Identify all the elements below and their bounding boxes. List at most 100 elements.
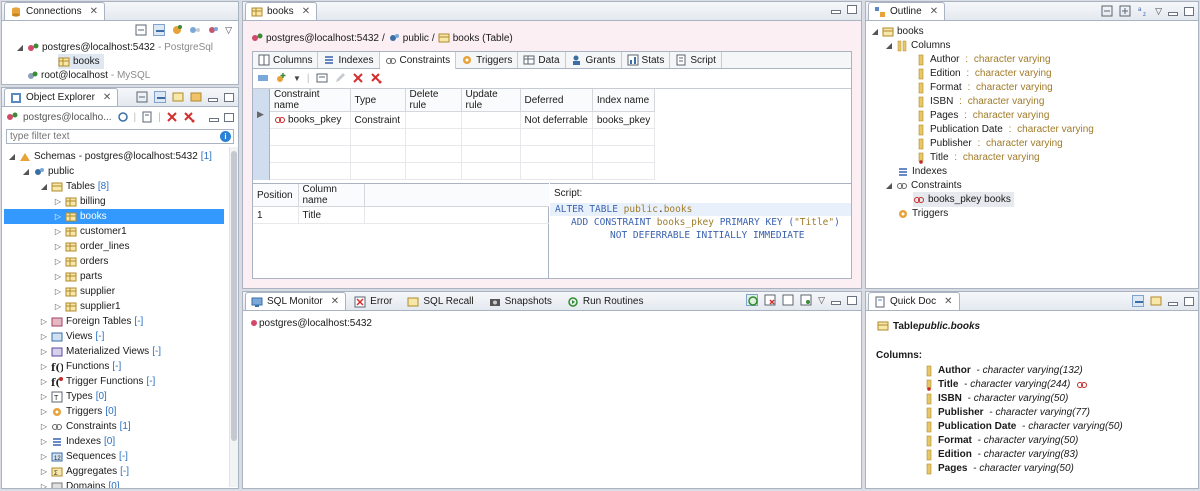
filter-log-icon[interactable] xyxy=(800,294,812,306)
table-filter-icon[interactable] xyxy=(172,91,184,103)
column-header[interactable]: Type xyxy=(350,89,406,112)
collapsed-arrow-icon[interactable]: ▷ xyxy=(40,422,48,431)
tree-node-table[interactable]: ▷ supplier xyxy=(54,284,115,299)
expand-all-icon[interactable] xyxy=(1119,5,1131,17)
outline-constraints-node[interactable]: ◢ Constraints xyxy=(885,178,962,193)
refresh-icon[interactable] xyxy=(117,111,129,123)
column-header[interactable]: Constraint name xyxy=(270,89,351,112)
collapsed-arrow-icon[interactable]: ▷ xyxy=(40,392,48,401)
expanded-arrow-icon[interactable]: ◢ xyxy=(885,41,893,50)
link-editor-icon[interactable] xyxy=(154,91,166,103)
collapsed-arrow-icon[interactable]: ▷ xyxy=(40,452,48,461)
collapsed-arrow-icon[interactable]: ▷ xyxy=(40,362,48,371)
export-log-icon[interactable] xyxy=(782,294,794,306)
table-row[interactable]: 1 Title xyxy=(253,206,549,224)
tree-node-table[interactable]: ▷ order_lines xyxy=(54,239,130,254)
tree-node-functions[interactable]: ▷f()Functions[-] xyxy=(40,359,121,374)
tab-sql-monitor[interactable]: SQL Monitor ✕ xyxy=(245,292,347,310)
table-cell[interactable] xyxy=(405,145,462,163)
refresh-icon[interactable] xyxy=(257,72,269,84)
tab-run-routines[interactable]: Run Routines xyxy=(561,292,651,310)
collapsed-arrow-icon[interactable]: ▷ xyxy=(40,317,48,326)
filter-input[interactable] xyxy=(7,130,212,143)
collapsed-arrow-icon[interactable]: ▷ xyxy=(40,332,48,341)
table-cell[interactable] xyxy=(520,162,593,180)
table-cell[interactable] xyxy=(592,145,656,163)
view-menu-icon[interactable]: ▽ xyxy=(225,25,232,36)
column-header[interactable]: Update rule xyxy=(461,89,521,112)
minimize-icon[interactable] xyxy=(209,117,219,122)
tree-node-views[interactable]: ▷ Views [-] xyxy=(40,329,104,344)
table-cell[interactable]: Title xyxy=(298,206,365,224)
breadcrumb-table[interactable]: books (Table) xyxy=(453,33,513,44)
tree-node-table[interactable]: ▷ billing xyxy=(54,194,106,209)
table-cell[interactable]: books_pkey xyxy=(270,111,351,129)
outline-constraint-item[interactable]: books_pkey books xyxy=(913,192,1014,207)
collapsed-arrow-icon[interactable]: ▷ xyxy=(54,257,62,266)
collapse-all-icon[interactable] xyxy=(135,24,147,36)
disconnect-icon[interactable] xyxy=(207,24,219,36)
collapsed-arrow-icon[interactable]: ▷ xyxy=(40,467,48,476)
scrollbar-thumb[interactable] xyxy=(231,151,237,441)
link-editor-icon[interactable] xyxy=(1132,295,1144,307)
tab-connections[interactable]: Connections ✕ xyxy=(4,2,105,20)
table-cell[interactable] xyxy=(405,162,462,180)
table-cell[interactable] xyxy=(461,145,521,163)
maximize-icon[interactable] xyxy=(1184,6,1194,16)
close-icon[interactable]: ✕ xyxy=(331,296,339,307)
close-icon[interactable]: ✕ xyxy=(930,6,938,17)
tree-node-foreign-tables[interactable]: ▷ Foreign Tables [-] xyxy=(40,314,143,329)
tree-node-table[interactable]: ▷ books xyxy=(4,209,224,224)
close-icon[interactable]: ✕ xyxy=(90,6,98,17)
explorer-connection-selector[interactable]: postgres@localho... xyxy=(23,112,112,123)
tab-sql-recall[interactable]: SQL Recall xyxy=(401,292,480,310)
table-cell[interactable] xyxy=(270,128,351,146)
outline-column-item[interactable]: Format : character varying xyxy=(915,80,1053,95)
delete-icon[interactable] xyxy=(166,111,178,123)
minimize-icon[interactable] xyxy=(831,10,841,14)
minimize-icon[interactable] xyxy=(1168,301,1178,306)
collapse-all-icon[interactable] xyxy=(1101,5,1113,17)
table-cell[interactable] xyxy=(461,111,521,129)
subtab-grants[interactable]: Grants xyxy=(566,52,622,68)
subtab-script[interactable]: Script xyxy=(670,52,722,68)
tree-node-materialized-views[interactable]: ▷ Materialized Views [-] xyxy=(40,344,161,359)
collapsed-arrow-icon[interactable]: ▷ xyxy=(54,302,62,311)
minimize-icon[interactable] xyxy=(208,97,218,102)
tree-node-schemas[interactable]: ◢ Schemas - postgres@localhost:5432 [1] xyxy=(8,149,212,164)
delete-all-icon[interactable] xyxy=(183,111,195,123)
outline-column-item[interactable]: Title : character varying xyxy=(915,150,1040,165)
tab-quick-doc[interactable]: Quick Doc ✕ xyxy=(868,292,960,310)
table-cell[interactable]: 1 xyxy=(253,206,299,224)
expanded-arrow-icon[interactable]: ◢ xyxy=(871,27,879,36)
collapsed-arrow-icon[interactable]: ▷ xyxy=(40,482,48,488)
tree-node-sequences[interactable]: ▷ 12 Sequences [-] xyxy=(40,449,128,464)
info-icon[interactable]: i xyxy=(220,131,231,142)
outline-root-books[interactable]: ◢ books xyxy=(871,24,924,39)
table-cell[interactable] xyxy=(592,128,656,146)
outline-column-item[interactable]: Pages : character varying xyxy=(915,108,1049,123)
explorer-scrollbar[interactable] xyxy=(229,147,238,487)
column-header[interactable]: Deferred xyxy=(520,89,593,112)
connect-icon[interactable] xyxy=(189,24,201,36)
table-cell[interactable] xyxy=(350,145,406,163)
subtab-columns[interactable]: Columns xyxy=(253,52,319,68)
tab-object-explorer[interactable]: Object Explorer ✕ xyxy=(4,88,119,106)
outline-triggers-node[interactable]: Triggers xyxy=(897,206,948,221)
outline-column-item[interactable]: Edition : character varying xyxy=(915,66,1052,81)
expanded-arrow-icon[interactable]: ◢ xyxy=(40,182,48,191)
collapsed-arrow-icon[interactable]: ▷ xyxy=(54,242,62,251)
tab-snapshots[interactable]: Snapshots xyxy=(483,292,559,310)
collapsed-arrow-icon[interactable]: ▷ xyxy=(40,347,48,356)
tree-node-triggers[interactable]: ▷ Triggers [0] xyxy=(40,404,117,419)
table-cell[interactable] xyxy=(350,162,406,180)
tree-node-aggregates[interactable]: ▷ Σ Aggregates [-] xyxy=(40,464,129,479)
subtab-stats[interactable]: Stats xyxy=(622,52,671,68)
delete-icon[interactable] xyxy=(352,72,364,84)
view-menu-icon[interactable]: ▽ xyxy=(1155,6,1162,17)
connection-item-mysql[interactable]: root@localhost - MySQL xyxy=(26,68,150,83)
close-icon[interactable]: ✕ xyxy=(302,6,310,17)
tab-error[interactable]: Error xyxy=(348,292,399,310)
link-editor-icon[interactable] xyxy=(153,24,166,36)
table-cell[interactable]: Not deferrable xyxy=(520,111,593,129)
